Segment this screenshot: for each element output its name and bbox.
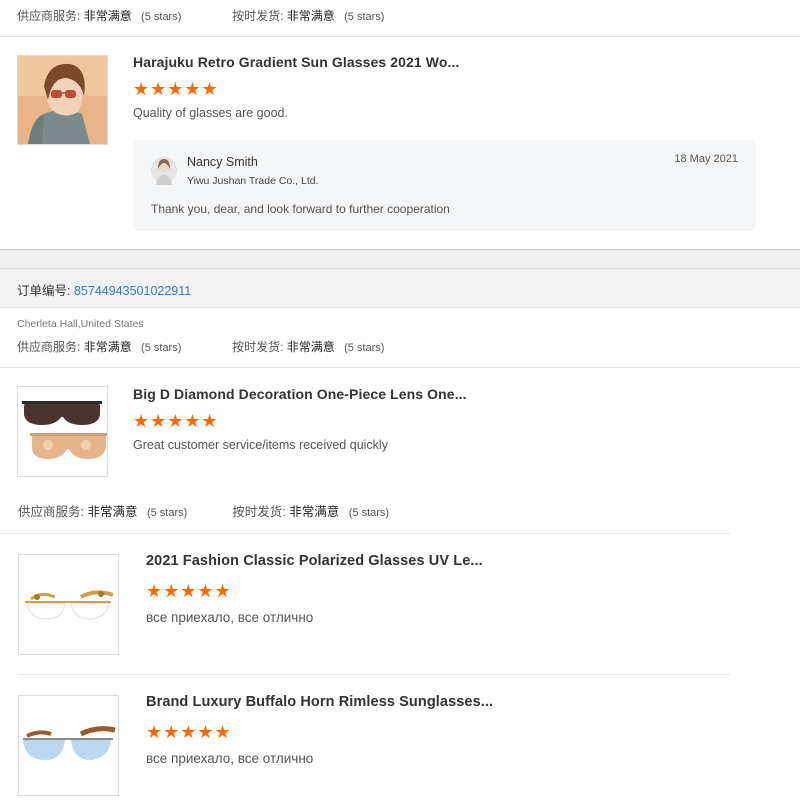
review-text: все приехало, все отлично bbox=[146, 610, 314, 625]
star-rating: ★★★★★ bbox=[133, 79, 219, 99]
review-text: все приехало, все отлично bbox=[146, 751, 314, 766]
order-number-row: 订单编号: 85744943501022911 bbox=[17, 280, 191, 299]
order-number-link[interactable]: 85744943501022911 bbox=[74, 284, 191, 298]
order-bar: 订单编号: 85744943501022911 bbox=[0, 268, 800, 308]
supplier-service-stars: (5 stars) bbox=[141, 11, 182, 23]
ontime-shipping-stars: (5 stars) bbox=[344, 342, 385, 354]
product-title[interactable]: Big D Diamond Decoration One-Piece Lens … bbox=[133, 386, 467, 402]
star-rating: ★★★★★ bbox=[146, 722, 232, 742]
star-rating: ★★★★★ bbox=[146, 581, 232, 601]
supplier-service-stars: (5 stars) bbox=[141, 342, 182, 354]
rating-summary-order: 供应商服务: 非常满意 (5 stars) 按时发货: 非常满意 (5 star… bbox=[17, 338, 384, 355]
reply-company: Yiwu Jushan Trade Co., Ltd. bbox=[187, 175, 319, 187]
product-thumbnail[interactable] bbox=[17, 55, 108, 145]
product-photo-woman-sunglasses bbox=[18, 56, 107, 144]
review-text: Quality of glasses are good. bbox=[133, 106, 288, 120]
rating-summary-product: 供应商服务: 非常满意 (5 stars) 按时发货: 非常满意 (5 star… bbox=[18, 501, 389, 520]
product-title[interactable]: 2021 Fashion Classic Polarized Glasses U… bbox=[146, 553, 483, 569]
order-number-label: 订单编号: bbox=[17, 284, 71, 298]
review-text: Great customer service/items received qu… bbox=[133, 438, 388, 452]
supplier-service-label: 供应商服务: bbox=[17, 9, 81, 23]
ontime-shipping-label: 按时发货: bbox=[232, 340, 284, 354]
product-thumbnail[interactable] bbox=[18, 695, 119, 796]
product-thumbnail[interactable] bbox=[18, 554, 119, 655]
product-photo-rimless-glasses-gold bbox=[19, 555, 118, 654]
section-gap bbox=[0, 250, 800, 268]
ontime-shipping-value: 非常满意 bbox=[286, 9, 335, 23]
reply-text: Thank you, dear, and look forward to fur… bbox=[151, 202, 450, 216]
ontime-shipping-value: 非常满意 bbox=[286, 340, 335, 354]
product-title[interactable]: Harajuku Retro Gradient Sun Glasses 2021… bbox=[133, 54, 459, 70]
rating-summary-top: 供应商服务: 非常满意 (5 stars) 按时发货: 非常满意 (5 star… bbox=[17, 7, 384, 24]
reply-author-name: Nancy Smith bbox=[187, 155, 258, 169]
supplier-service-value: 非常满意 bbox=[87, 505, 138, 519]
ontime-shipping-value: 非常满意 bbox=[289, 505, 340, 519]
reply-date: 18 May 2021 bbox=[674, 153, 738, 165]
ontime-shipping-stars: (5 stars) bbox=[348, 507, 390, 519]
ontime-shipping-label: 按时发货: bbox=[232, 9, 284, 23]
ontime-shipping-label: 按时发货: bbox=[232, 505, 286, 519]
divider bbox=[0, 533, 730, 534]
user-avatar-icon bbox=[151, 155, 177, 185]
product-photo-buffalo-horn-sunglasses bbox=[19, 696, 118, 795]
product-title[interactable]: Brand Luxury Buffalo Horn Rimless Sungla… bbox=[146, 694, 493, 710]
divider bbox=[18, 674, 730, 675]
supplier-service-label: 供应商服务: bbox=[18, 505, 84, 519]
ontime-shipping-stars: (5 stars) bbox=[344, 11, 385, 23]
seller-reply: Nancy Smith Yiwu Jushan Trade Co., Ltd. … bbox=[133, 140, 756, 231]
divider bbox=[0, 36, 800, 37]
buyer-location: Cherleta Hall,United States bbox=[17, 318, 144, 330]
supplier-service-value: 非常满意 bbox=[83, 9, 132, 23]
supplier-service-value: 非常满意 bbox=[83, 340, 132, 354]
product-thumbnail[interactable] bbox=[17, 386, 108, 477]
divider bbox=[0, 367, 800, 368]
supplier-service-label: 供应商服务: bbox=[17, 340, 81, 354]
product-photo-shield-sunglasses bbox=[18, 387, 107, 476]
star-rating: ★★★★★ bbox=[133, 411, 219, 431]
supplier-service-stars: (5 stars) bbox=[146, 507, 188, 519]
